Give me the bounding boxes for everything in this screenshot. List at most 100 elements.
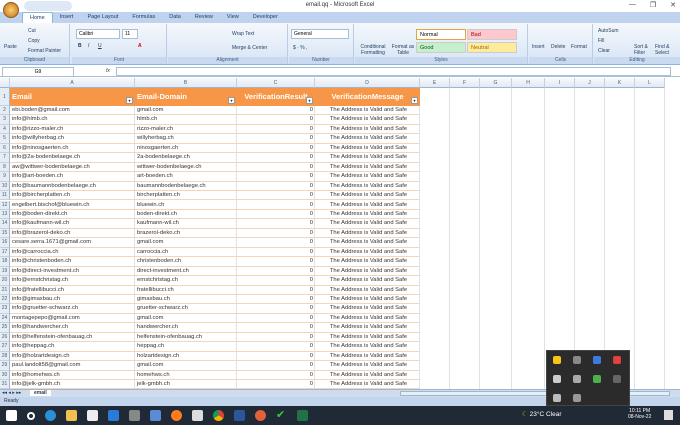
checkmark-app-icon[interactable]: ✔: [276, 410, 287, 421]
close-button[interactable]: ✕: [670, 1, 676, 9]
row-header[interactable]: 28: [0, 351, 10, 362]
start-icon[interactable]: [6, 410, 17, 421]
table-cell[interactable]: The Address is Valid and Safe: [315, 134, 420, 144]
table-cell[interactable]: 0: [237, 106, 315, 116]
column-header-D[interactable]: D: [315, 78, 420, 88]
sheet-nav-arrows[interactable]: ◂◂ ◂ ▸ ▸▸: [2, 390, 21, 396]
column-header-I[interactable]: I: [545, 78, 575, 88]
table-cell[interactable]: info@fratellibucci.ch: [10, 286, 135, 295]
table-cell[interactable]: gmail.com: [135, 361, 237, 371]
table-cell[interactable]: The Address is Valid and Safe: [315, 314, 420, 324]
edge-icon[interactable]: [45, 410, 56, 421]
table-cell[interactable]: The Address is Valid and Safe: [315, 361, 420, 371]
table-cell[interactable]: 0: [237, 323, 315, 333]
table-cell[interactable]: 0: [237, 172, 315, 182]
table-cell[interactable]: info@kaufmann-wil.ch: [10, 219, 135, 229]
bold-button[interactable]: B: [78, 43, 82, 49]
notifications-icon[interactable]: [664, 410, 673, 420]
table-cell[interactable]: holzartdesign.ch: [135, 352, 237, 362]
chrome-profile-icon[interactable]: [255, 410, 266, 421]
table-cell[interactable]: 0: [237, 219, 315, 229]
table-cell[interactable]: info@heppag.ch: [10, 342, 135, 352]
column-header-F[interactable]: F: [450, 78, 480, 88]
table-cell[interactable]: wittwer-bodenbelaege.ch: [135, 163, 237, 173]
table-cell[interactable]: info@direct-investment.ch: [10, 267, 135, 277]
firefox-icon[interactable]: [171, 410, 182, 421]
table-cell[interactable]: gmail.com: [135, 314, 237, 324]
table-cell[interactable]: info@holzartdesign.ch: [10, 352, 135, 362]
column-header-L[interactable]: L: [635, 78, 665, 88]
table-cell[interactable]: 0: [237, 257, 315, 267]
table-cell[interactable]: The Address is Valid and Safe: [315, 276, 420, 286]
table-cell[interactable]: The Address is Valid and Safe: [315, 323, 420, 333]
row-header[interactable]: 9: [0, 172, 10, 182]
table-header-2[interactable]: Email-Domain ▾: [135, 88, 237, 106]
row-header[interactable]: 20: [0, 276, 10, 286]
table-cell[interactable]: The Address is Valid and Safe: [315, 295, 420, 305]
column-header-K[interactable]: K: [605, 78, 635, 88]
row-header[interactable]: 22: [0, 295, 10, 305]
table-cell[interactable]: The Address is Valid and Safe: [315, 172, 420, 182]
table-cell[interactable]: The Address is Valid and Safe: [315, 201, 420, 210]
table-cell[interactable]: 2a-bodenbelaege.ch: [135, 153, 237, 163]
row-header[interactable]: 14: [0, 219, 10, 229]
tray-icon[interactable]: [613, 356, 621, 364]
format-painter-button[interactable]: Format Painter: [28, 48, 61, 54]
table-cell[interactable]: 0: [237, 248, 315, 258]
tray-icon[interactable]: [573, 375, 581, 383]
table-cell[interactable]: info@boden-direkt.ch: [10, 210, 135, 220]
table-cell[interactable]: 0: [237, 163, 315, 173]
table-cell[interactable]: 0: [237, 342, 315, 352]
tray-icon[interactable]: [593, 356, 601, 364]
row-header[interactable]: 18: [0, 257, 10, 267]
table-header-3[interactable]: VerificationResult ▾: [237, 88, 315, 106]
formula-input[interactable]: [116, 67, 671, 76]
table-cell[interactable]: ninosgaerten.ch: [135, 144, 237, 154]
table-cell[interactable]: fratellibucci.ch: [135, 286, 237, 295]
font-name-select[interactable]: Calibri: [76, 29, 120, 39]
column-header-A[interactable]: A: [10, 78, 135, 88]
row-header[interactable]: 8: [0, 162, 10, 173]
table-header-4[interactable]: VerificationMessage ▾: [315, 88, 420, 106]
table-cell[interactable]: The Address is Valid and Safe: [315, 286, 420, 295]
row-header[interactable]: 12: [0, 200, 10, 210]
row-header[interactable]: 25: [0, 323, 10, 333]
table-cell[interactable]: The Address is Valid and Safe: [315, 229, 420, 239]
row-header[interactable]: 30: [0, 370, 10, 381]
style-bad[interactable]: Bad: [467, 29, 517, 40]
row-header[interactable]: 11: [0, 191, 10, 201]
row-header[interactable]: 2: [0, 106, 10, 116]
format-as-table-button[interactable]: Format as Table: [389, 44, 417, 56]
style-neutral[interactable]: Neutral: [467, 42, 517, 53]
clock[interactable]: 10:11 PM 08-Nov-22: [628, 408, 651, 420]
table-cell[interactable]: hlmb.ch: [135, 115, 237, 125]
column-header-C[interactable]: C: [237, 78, 315, 88]
style-normal[interactable]: Normal: [416, 29, 466, 40]
minimize-button[interactable]: —: [629, 1, 636, 9]
table-cell[interactable]: 0: [237, 286, 315, 295]
table-cell[interactable]: baumannbodenbelaege.ch: [135, 182, 237, 192]
tray-icon[interactable]: [593, 375, 601, 383]
table-cell[interactable]: brazerol-deko.ch: [135, 229, 237, 239]
row-header[interactable]: 29: [0, 361, 10, 371]
table-cell[interactable]: The Address is Valid and Safe: [315, 191, 420, 201]
table-cell[interactable]: 0: [237, 314, 315, 324]
table-cell[interactable]: 0: [237, 352, 315, 362]
table-cell[interactable]: 0: [237, 201, 315, 210]
filter-dropdown-icon[interactable]: ▾: [126, 97, 133, 104]
style-good[interactable]: Good: [416, 42, 466, 53]
filter-dropdown-icon[interactable]: ▾: [228, 97, 235, 104]
table-cell[interactable]: 0: [237, 144, 315, 154]
table-cell[interactable]: 0: [237, 276, 315, 286]
table-cell[interactable]: 0: [237, 134, 315, 144]
excel-icon[interactable]: [297, 410, 308, 421]
wrap-text-button[interactable]: Wrap Text: [232, 31, 254, 37]
column-header-H[interactable]: H: [512, 78, 545, 88]
row-header[interactable]: 24: [0, 313, 10, 324]
table-cell[interactable]: info@carroccia.ch: [10, 248, 135, 258]
document-icon[interactable]: [192, 410, 203, 421]
worksheet-grid[interactable]: A B C D E F G H I J K L 1 Email ▾ Email-Domain ▾ Verifica…: [0, 78, 680, 390]
tray-icon[interactable]: [613, 375, 621, 383]
table-cell[interactable]: christenboden.ch: [135, 257, 237, 267]
table-cell[interactable]: art-boeden.ch: [135, 172, 237, 182]
